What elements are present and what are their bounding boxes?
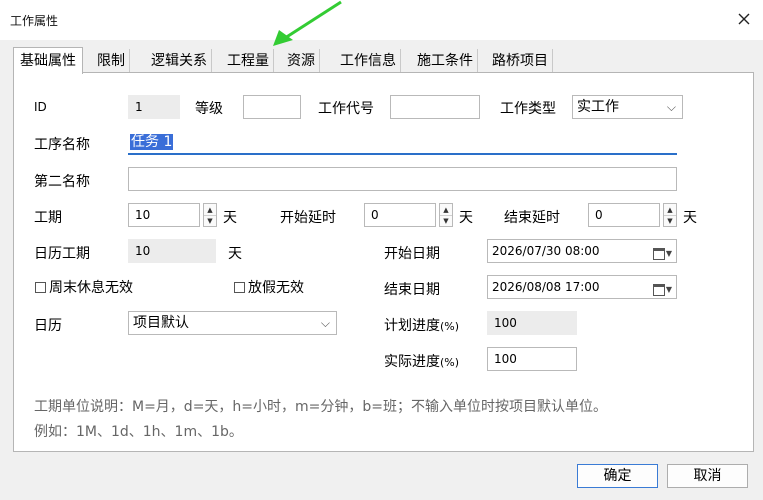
- tab-logic[interactable]: 逻辑关系: [147, 49, 212, 73]
- tab-work-info[interactable]: 工作信息: [336, 49, 401, 73]
- tab-strip: 基础属性 限制 逻辑关系 工程量 资源 工作信息 施工条件 路桥项目: [13, 47, 753, 74]
- grade-field[interactable]: [243, 95, 301, 119]
- grade-label: 等级: [195, 101, 223, 117]
- end-delay-field[interactable]: 0: [588, 203, 660, 227]
- task-name-field[interactable]: 任务 1: [128, 131, 677, 155]
- holiday-invalid-label: 放假无效: [248, 280, 304, 296]
- window-title: 工作属性: [10, 14, 59, 28]
- end-date-value: 2026/08/08 17:00: [492, 280, 600, 294]
- tab-limit[interactable]: 限制: [93, 49, 130, 73]
- calendar-dropdown-icon[interactable]: ▼: [652, 279, 672, 301]
- task-name-label: 工序名称: [34, 137, 90, 153]
- triangle-down-icon[interactable]: ▼: [204, 215, 216, 226]
- start-delay-label: 开始延时: [280, 210, 336, 226]
- triangle-down-icon[interactable]: ▼: [440, 215, 452, 226]
- calendar-duration-field: 10: [128, 239, 216, 263]
- triangle-up-icon[interactable]: ▲: [440, 204, 452, 215]
- tab-road-bridge[interactable]: 路桥项目: [488, 49, 553, 73]
- calendar-dropdown-icon[interactable]: ▼: [652, 243, 672, 265]
- tab-resource[interactable]: 资源: [283, 49, 320, 73]
- calendar-duration-unit: 天: [228, 246, 242, 262]
- work-type-value: 实工作: [577, 99, 619, 115]
- unit-note: 工期单位说明：M=月，d=天，h=小时，m=分钟，b=班；不输入单位时按项目默认…: [34, 399, 608, 415]
- task-name-value: 任务 1: [130, 134, 174, 150]
- close-button[interactable]: [731, 6, 757, 32]
- calendar-label: 日历: [34, 318, 62, 334]
- work-type-select[interactable]: 实工作 ⌵: [572, 95, 683, 119]
- duration-field[interactable]: 10: [128, 203, 200, 227]
- cancel-button[interactable]: 取消: [667, 464, 748, 488]
- start-date-label: 开始日期: [384, 246, 440, 262]
- duration-stepper[interactable]: ▲ ▼: [203, 203, 217, 227]
- title-bar: 工作属性: [0, 0, 763, 40]
- end-delay-stepper[interactable]: ▲ ▼: [663, 203, 677, 227]
- checkbox-icon[interactable]: [234, 281, 245, 293]
- actual-progress-label: 实际进度(%): [384, 354, 460, 370]
- end-date-label: 结束日期: [384, 282, 440, 298]
- holiday-invalid-checkbox[interactable]: 放假无效: [234, 277, 304, 297]
- work-code-label: 工作代号: [318, 101, 374, 117]
- calendar-duration-label: 日历工期: [34, 246, 90, 262]
- calendar-select[interactable]: 项目默认 ⌵: [128, 311, 337, 335]
- actual-progress-field[interactable]: 100: [487, 347, 577, 371]
- second-name-label: 第二名称: [34, 174, 90, 190]
- work-type-label: 工作类型: [500, 101, 556, 117]
- end-date-picker[interactable]: 2026/08/08 17:00 ▼: [487, 275, 677, 299]
- second-name-field[interactable]: [128, 167, 677, 191]
- triangle-up-icon[interactable]: ▲: [664, 204, 676, 215]
- calendar-value: 项目默认: [133, 315, 189, 331]
- plan-progress-label: 计划进度(%): [384, 318, 460, 334]
- checkbox-icon[interactable]: [35, 281, 46, 293]
- start-date-value: 2026/07/30 08:00: [492, 244, 600, 258]
- tab-quantity[interactable]: 工程量: [223, 49, 274, 73]
- tab-basic[interactable]: 基础属性: [13, 47, 83, 74]
- tab-construction[interactable]: 施工条件: [413, 49, 478, 73]
- id-field: 1: [128, 95, 180, 119]
- end-delay-unit: 天: [683, 210, 697, 226]
- start-delay-stepper[interactable]: ▲ ▼: [439, 203, 453, 227]
- weekend-invalid-checkbox[interactable]: 周末休息无效: [35, 277, 133, 297]
- ok-button[interactable]: 确定: [577, 464, 658, 488]
- id-label: ID: [34, 100, 47, 114]
- start-delay-unit: 天: [459, 210, 473, 226]
- plan-progress-field: 100: [487, 311, 577, 335]
- start-delay-field[interactable]: 0: [364, 203, 436, 227]
- chevron-down-icon: ⌵: [320, 316, 330, 330]
- example-note: 例如：1M、1d、1h、1m、1b。: [34, 424, 243, 440]
- triangle-down-icon[interactable]: ▼: [664, 215, 676, 226]
- duration-unit: 天: [223, 210, 237, 226]
- weekend-invalid-label: 周末休息无效: [49, 280, 133, 296]
- end-delay-label: 结束延时: [504, 210, 560, 226]
- triangle-up-icon[interactable]: ▲: [204, 204, 216, 215]
- duration-label: 工期: [34, 210, 62, 226]
- start-date-picker[interactable]: 2026/07/30 08:00 ▼: [487, 239, 677, 263]
- chevron-down-icon: ⌵: [666, 100, 676, 114]
- work-code-field[interactable]: [390, 95, 480, 119]
- close-icon: [738, 13, 750, 25]
